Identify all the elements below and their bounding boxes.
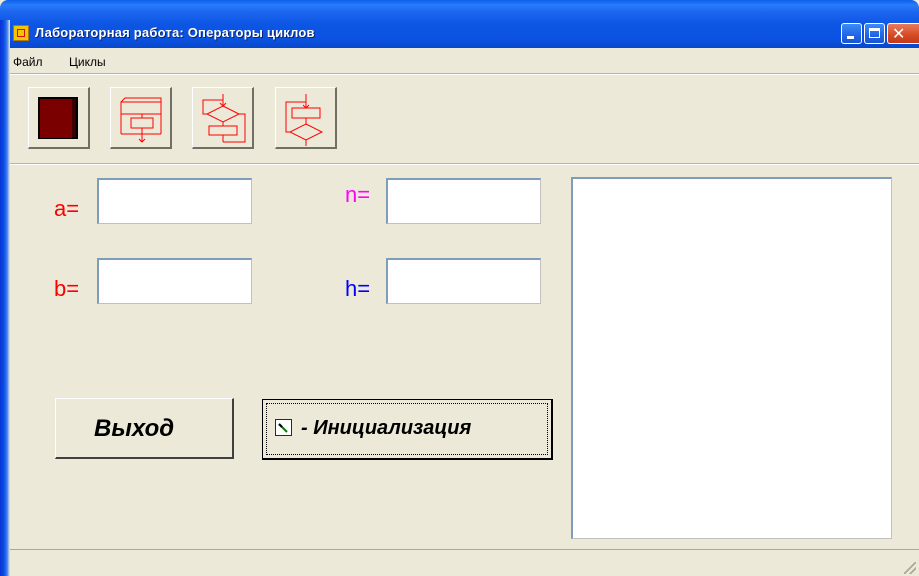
- repeat-loop-flowchart-icon: [285, 94, 324, 146]
- while-loop-flowchart-icon: [202, 94, 246, 143]
- window-title: Лабораторная работа: Операторы циклов: [35, 25, 315, 40]
- toolbar-divider: [10, 73, 919, 75]
- window-frame: [0, 20, 10, 576]
- close-button[interactable]: [887, 23, 919, 44]
- initialize-button-label: - Инициализация: [301, 417, 472, 439]
- pencil-icon: [275, 419, 292, 436]
- menu-bar: Файл Циклы: [10, 53, 919, 71]
- panel-divider: [10, 163, 919, 165]
- app-window: Лабораторная работа: Операторы циклов Фа…: [0, 0, 919, 576]
- app-icon[interactable]: [13, 25, 29, 41]
- input-h[interactable]: [386, 258, 541, 304]
- minimize-button[interactable]: [841, 23, 862, 44]
- label-h: h=: [345, 276, 371, 301]
- title-bar[interactable]: Лабораторная работа: Операторы циклов: [0, 0, 919, 48]
- label-n: n=: [345, 182, 371, 207]
- input-a[interactable]: [97, 178, 252, 224]
- toolbar-for-loop-button[interactable]: [110, 87, 172, 149]
- status-bar: [10, 549, 919, 576]
- for-loop-flowchart-icon: [120, 97, 162, 143]
- input-n[interactable]: [386, 178, 541, 224]
- label-b: b=: [54, 276, 80, 301]
- exit-button-label: Выход: [94, 415, 175, 442]
- toolbar-exit-button[interactable]: [28, 87, 90, 149]
- input-b[interactable]: [97, 258, 252, 304]
- toolbar-repeat-loop-button[interactable]: [275, 87, 337, 149]
- exit-door-icon: [38, 97, 78, 139]
- resize-grip[interactable]: [904, 562, 916, 574]
- menu-file[interactable]: Файл: [13, 55, 43, 69]
- initialize-button[interactable]: - Инициализация: [262, 399, 553, 460]
- toolbar-while-loop-button[interactable]: [192, 87, 254, 149]
- label-a: a=: [54, 196, 80, 221]
- maximize-button[interactable]: [864, 23, 885, 44]
- menu-cycles[interactable]: Циклы: [69, 55, 106, 69]
- exit-button[interactable]: Выход: [55, 398, 234, 459]
- output-memo[interactable]: [571, 177, 892, 539]
